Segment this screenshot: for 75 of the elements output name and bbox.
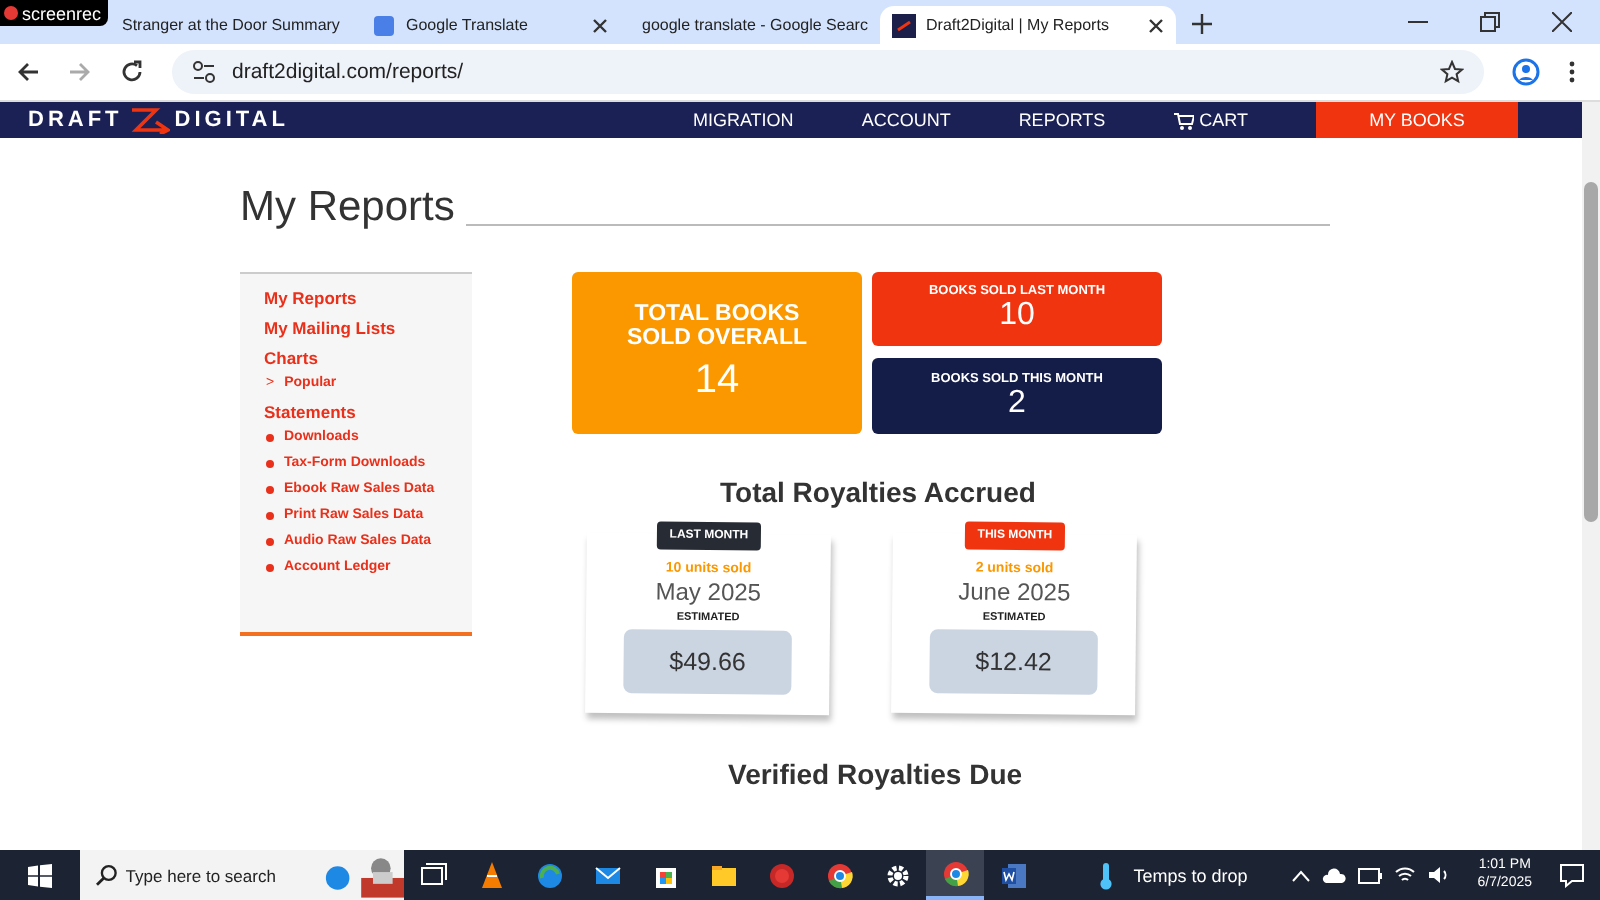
bullet-icon	[266, 537, 274, 546]
bullet-icon	[266, 563, 274, 572]
bullet-icon	[266, 511, 274, 520]
taskbar-app-button[interactable]	[926, 850, 984, 900]
sidebar-link[interactable]: Statements	[264, 402, 472, 423]
nav-link[interactable]: ACCOUNT	[861, 110, 951, 130]
reload-icon[interactable]	[120, 60, 144, 84]
tab-title[interactable]: Stranger at the Door Summary	[122, 16, 340, 34]
search-icon	[96, 864, 118, 886]
sidebar-link[interactable]: Charts	[264, 348, 472, 369]
wifi-icon[interactable]	[1393, 866, 1416, 884]
tab-title[interactable]: Google Translate	[406, 16, 582, 34]
stat-label: TOTAL BOOKS SOLD OVERALL	[624, 302, 810, 351]
gear-icon	[883, 861, 911, 889]
logo-text[interactable]: DIGITAL	[174, 109, 289, 131]
notification-icon[interactable]	[1560, 863, 1584, 887]
back-icon[interactable]	[16, 60, 40, 84]
battery-icon[interactable]	[1357, 867, 1382, 883]
favicon-icon	[892, 13, 916, 37]
bullet-icon	[266, 433, 274, 442]
stat-value: 2	[1008, 385, 1026, 421]
restore-icon[interactable]	[1480, 12, 1500, 32]
bullet-icon	[266, 459, 274, 468]
chrome-browser-icon	[941, 859, 969, 887]
windows-start-icon[interactable]	[28, 863, 52, 887]
menu-icon[interactable]	[1568, 60, 1576, 84]
month-label: May 2025	[655, 577, 762, 607]
nav-link[interactable]: CART	[1173, 110, 1248, 130]
close-icon[interactable]	[1148, 17, 1164, 33]
thermometer-icon	[1097, 861, 1114, 889]
scrollbar[interactable]	[1582, 102, 1600, 850]
page-title: My Reports	[240, 182, 455, 233]
search-field[interactable]: Type here to search	[125, 865, 310, 885]
weather-text[interactable]: Temps to drop	[1133, 865, 1248, 885]
tab-title[interactable]: google translate - Google Searc	[642, 16, 868, 34]
recorder-badge: screenrec	[0, 0, 108, 26]
chrome-browser-icon	[825, 861, 853, 889]
nav-link[interactable]: REPORTS	[1018, 110, 1106, 130]
browser-tab[interactable]: google translate - Google Searc	[620, 6, 880, 44]
close-icon[interactable]	[1552, 12, 1572, 32]
logo-text[interactable]: DRAFT	[28, 109, 123, 131]
cloud-icon[interactable]	[1321, 867, 1346, 883]
section-heading: Verified Royalties Due	[728, 758, 1023, 791]
task-view-icon	[419, 861, 447, 889]
month-label: June 2025	[958, 577, 1071, 607]
amount-box: $49.66	[623, 629, 792, 696]
stat-value: 10	[999, 298, 1035, 334]
sidebar-link[interactable]: My Reports	[264, 288, 472, 309]
stat-value: 14	[694, 358, 740, 405]
folder-icon	[709, 861, 737, 889]
mail-icon	[593, 861, 621, 889]
address-field[interactable]: draft2digital.com/reports/	[172, 50, 1484, 94]
traffic-cone-icon	[477, 861, 505, 889]
logo-mark-icon[interactable]	[126, 106, 171, 134]
edge-browser-icon	[535, 861, 563, 889]
speaker-icon[interactable]	[1427, 866, 1450, 884]
new-tab-icon[interactable]	[1192, 14, 1212, 34]
cart-icon	[1173, 111, 1194, 129]
chevron-up-icon[interactable]	[1291, 869, 1310, 881]
favicon-icon	[372, 13, 396, 37]
browser-tab[interactable]: Google Translate	[360, 6, 620, 44]
sidebar-link[interactable]: My Mailing Lists	[264, 318, 472, 339]
word-document-icon	[999, 861, 1027, 889]
bullet-icon	[266, 485, 274, 494]
site-settings-icon	[192, 60, 216, 84]
bookmark-star-icon[interactable]	[1440, 60, 1464, 84]
close-icon[interactable]	[592, 17, 608, 33]
my-books-button[interactable]: MY BOOKS	[1316, 102, 1518, 138]
record-button-icon	[767, 861, 795, 889]
section-heading: Total Royalties Accrued	[720, 476, 1036, 509]
profile-icon[interactable]	[1512, 58, 1540, 86]
browser-tab[interactable]: Draft2Digital | My Reports	[880, 6, 1176, 44]
nav-link[interactable]: MIGRATION	[692, 110, 794, 130]
amount-box: $12.42	[929, 629, 1098, 696]
tab-title[interactable]: Draft2Digital | My Reports	[926, 16, 1138, 34]
